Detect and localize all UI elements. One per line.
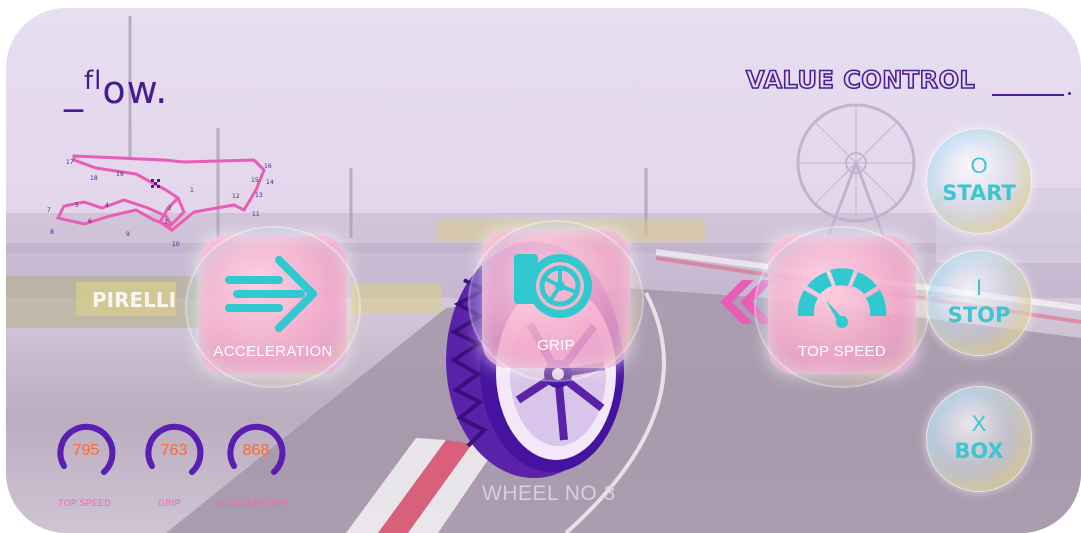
- logo-rest: ow.: [102, 68, 169, 112]
- svg-text:4: 4: [105, 202, 109, 209]
- wheel-label: WHEEL NO 3: [482, 482, 616, 505]
- svg-text:5: 5: [75, 202, 79, 209]
- start-label: START: [942, 181, 1016, 205]
- app-window: PIRELLI _flow. VALUE CONTROL 1 2 3 4 5 6: [6, 8, 1081, 533]
- svg-text:17: 17: [66, 159, 74, 166]
- stop-label: STOP: [947, 303, 1011, 327]
- logo-prefix: _: [64, 68, 84, 112]
- svg-text:19: 19: [116, 171, 124, 178]
- logo-sup: fl: [84, 66, 103, 96]
- box-button[interactable]: X BOX: [926, 386, 1032, 492]
- acceleration-stat-label: ACCELERATION: [216, 498, 288, 508]
- svg-text:14: 14: [266, 179, 274, 186]
- title-dot: [1068, 92, 1071, 95]
- wheel-icon: [514, 254, 592, 318]
- grip-label: GRIP: [537, 337, 575, 354]
- svg-text:2: 2: [168, 205, 172, 212]
- arrow-right-icon: [225, 256, 317, 332]
- grip-button[interactable]: GRIP: [468, 220, 644, 382]
- svg-text:18: 18: [90, 175, 98, 182]
- circle-icon: O: [970, 153, 988, 178]
- top-speed-value: 795: [72, 442, 100, 459]
- svg-text:3: 3: [164, 219, 168, 226]
- banner-text: PIRELLI: [92, 288, 176, 312]
- acceleration-label: ACCELERATION: [213, 343, 333, 360]
- acceleration-value: 868: [242, 442, 270, 459]
- svg-text:11: 11: [252, 211, 260, 218]
- grip-value: 763: [160, 442, 188, 459]
- app-logo: _flow.: [64, 66, 169, 112]
- bar-icon: I: [975, 275, 983, 300]
- grip-stat-label: GRIP: [158, 498, 181, 508]
- title-underline: [992, 94, 1064, 96]
- top-speed-label: TOP SPEED: [797, 343, 886, 360]
- svg-text:6: 6: [88, 218, 92, 225]
- svg-text:13: 13: [255, 192, 263, 199]
- svg-text:7: 7: [47, 207, 51, 214]
- svg-text:16: 16: [264, 163, 272, 170]
- x-icon: X: [971, 411, 987, 436]
- acceleration-button[interactable]: ACCELERATION: [185, 226, 361, 388]
- svg-text:12: 12: [232, 193, 240, 200]
- start-button[interactable]: O START: [926, 128, 1032, 234]
- svg-text:10: 10: [172, 241, 180, 248]
- stop-button[interactable]: I STOP: [926, 250, 1032, 356]
- grip-gauge: 763: [142, 420, 206, 484]
- page-title: VALUE CONTROL: [745, 65, 976, 95]
- svg-text:9: 9: [126, 231, 130, 238]
- svg-text:15: 15: [251, 177, 259, 184]
- speedometer-icon: [797, 268, 887, 328]
- box-label: BOX: [954, 439, 1004, 463]
- top-speed-button[interactable]: TOP SPEED: [754, 226, 930, 388]
- chevrons-left-icon: [720, 280, 774, 324]
- top-speed-stat-label: TOP SPEED: [58, 498, 111, 508]
- top-speed-gauge: 795: [54, 420, 118, 484]
- svg-text:8: 8: [50, 229, 54, 236]
- svg-text:1: 1: [190, 187, 194, 194]
- acceleration-gauge: 868: [224, 420, 288, 484]
